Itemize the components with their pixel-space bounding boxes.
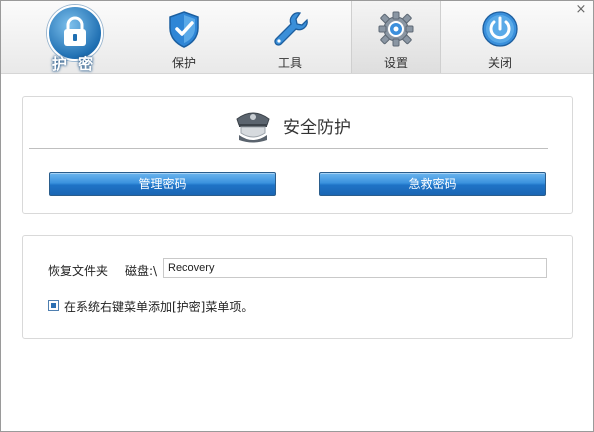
security-title: 安全防护 bbox=[283, 118, 351, 138]
app-window: 护 密 保护 工具 设置 关闭 × 安全防护 管理密码 急救密码 恢复文件夹 磁… bbox=[0, 0, 594, 432]
context-menu-checkbox[interactable] bbox=[48, 300, 59, 311]
shield-icon bbox=[164, 9, 204, 49]
disk-label: 磁盘:\ bbox=[125, 264, 158, 278]
tab-close-label: 关闭 bbox=[487, 56, 512, 70]
tab-close[interactable]: 关闭 bbox=[456, 1, 544, 73]
tab-tools[interactable]: 工具 bbox=[246, 1, 334, 73]
guard-icon bbox=[233, 107, 273, 146]
manage-password-button[interactable]: 管理密码 bbox=[49, 172, 276, 196]
recovery-folder-input[interactable] bbox=[163, 258, 547, 278]
security-panel: 安全防护 管理密码 急救密码 bbox=[22, 96, 573, 214]
recovery-folder-label: 恢复文件夹 bbox=[48, 264, 109, 278]
context-menu-checkbox-label[interactable]: 在系统右键菜单添加[护密]菜单项。 bbox=[64, 298, 253, 315]
rescue-password-button[interactable]: 急救密码 bbox=[319, 172, 546, 196]
tab-protect-label: 保护 bbox=[171, 56, 196, 70]
window-close-button[interactable]: × bbox=[574, 3, 588, 17]
security-header: 安全防护 bbox=[233, 105, 433, 145]
recovery-panel: 恢复文件夹 磁盘:\ 在系统右键菜单添加[护密]菜单项。 bbox=[22, 235, 573, 339]
gear-icon bbox=[376, 9, 416, 49]
wrench-icon bbox=[270, 9, 310, 49]
logo-text: 护 密 bbox=[51, 55, 97, 73]
power-icon bbox=[480, 9, 520, 49]
tab-tools-label: 工具 bbox=[277, 56, 302, 70]
tab-settings[interactable]: 设置 bbox=[351, 1, 441, 73]
checkbox-check-mark bbox=[51, 303, 56, 308]
app-logo: 护 密 bbox=[41, 5, 107, 73]
tab-protect[interactable]: 保护 bbox=[140, 1, 228, 73]
section-divider bbox=[29, 148, 548, 149]
top-toolbar: 护 密 保护 工具 设置 关闭 × bbox=[1, 1, 593, 74]
tab-settings-label: 设置 bbox=[383, 56, 408, 70]
